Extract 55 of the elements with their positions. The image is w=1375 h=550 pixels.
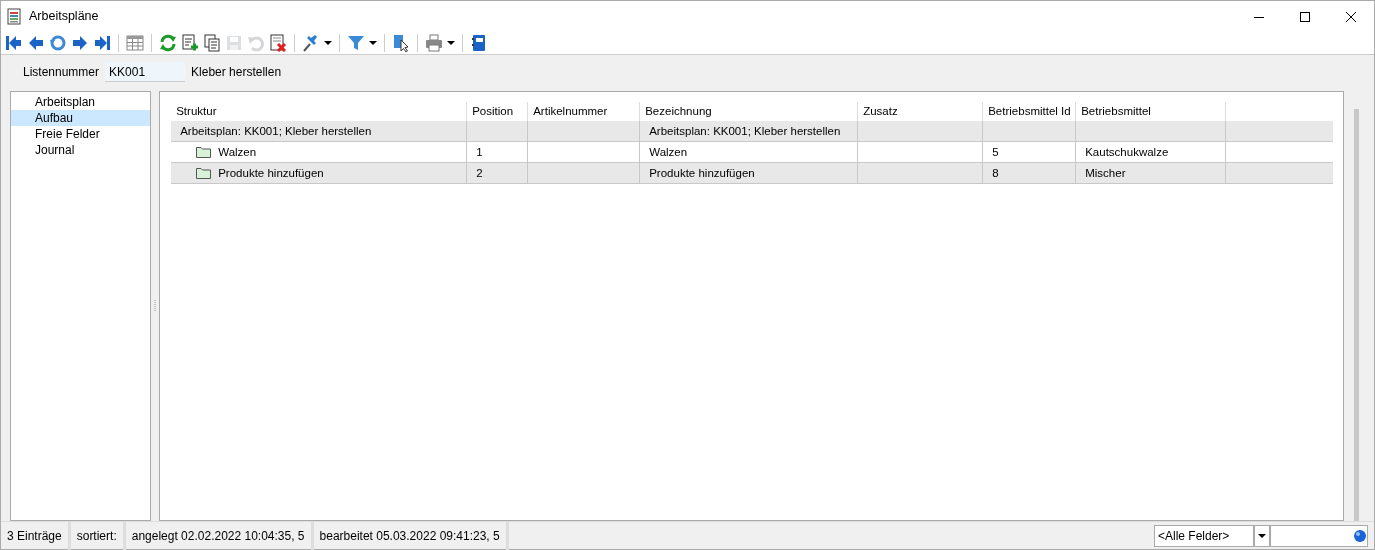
arrow-left-icon bbox=[27, 34, 45, 52]
save-icon bbox=[225, 34, 243, 52]
status-text: sortiert: bbox=[70, 521, 126, 550]
description-text: Kleber herstellen bbox=[191, 64, 282, 81]
add-document-button[interactable] bbox=[180, 33, 200, 53]
arrow-right-button[interactable] bbox=[70, 33, 90, 53]
tree-node-label: Produkte hinzufügen bbox=[218, 167, 324, 179]
globe-icon bbox=[1353, 528, 1367, 543]
filter-icon bbox=[347, 34, 365, 52]
last-record-button[interactable] bbox=[92, 33, 112, 53]
status-text: 3 Einträge bbox=[1, 521, 71, 550]
undo-icon bbox=[247, 34, 265, 52]
folder-icon bbox=[196, 166, 212, 179]
splitter-grip-icon bbox=[154, 300, 157, 312]
status-text: bearbeitet 05.03.2022 09:41:23, 5 bbox=[313, 521, 509, 550]
pushpin-icon bbox=[302, 34, 320, 52]
tree-node-label: Walzen bbox=[218, 146, 257, 158]
arrow-right-icon bbox=[71, 34, 89, 52]
sidebar-item[interactable]: Arbeitsplan bbox=[11, 94, 151, 110]
sidebar-item[interactable]: Aufbau bbox=[11, 110, 151, 126]
table-cell: Mischer bbox=[1076, 163, 1227, 184]
search-field[interactable] bbox=[1270, 524, 1368, 547]
first-record-icon bbox=[5, 34, 23, 52]
field-label: Listennummer bbox=[23, 64, 100, 81]
caret-icon bbox=[1258, 533, 1266, 538]
window-title: Arbeitspläne bbox=[29, 8, 99, 26]
refresh-icon bbox=[159, 34, 177, 52]
first-record-button[interactable] bbox=[4, 33, 24, 53]
close-icon bbox=[1346, 11, 1356, 22]
copy-button[interactable] bbox=[202, 33, 222, 53]
table-cell: Arbeitsplan: KK001; Kleber herstellen bbox=[640, 121, 859, 142]
scrollbar-thumb[interactable] bbox=[1353, 109, 1359, 521]
filter-button[interactable] bbox=[346, 33, 378, 53]
status-text: angelegt 02.02.2022 10:04:35, 5 bbox=[125, 521, 314, 550]
pushpin-button[interactable] bbox=[301, 33, 333, 53]
folder-icon bbox=[196, 145, 212, 158]
table-cell: 2 bbox=[467, 163, 529, 184]
table-cell: Arbeitsplan: KK001; Kleber herstellen bbox=[171, 121, 468, 142]
list-icon bbox=[7, 8, 21, 25]
printer-button[interactable] bbox=[424, 33, 456, 53]
field-selector-dropdown[interactable]: <Alle Felder> bbox=[1154, 524, 1254, 547]
table-cell: Produkte hinzufügen bbox=[640, 163, 859, 184]
delete-document-button[interactable] bbox=[268, 33, 288, 53]
sidebar-item[interactable]: Journal bbox=[11, 142, 151, 158]
table-button[interactable] bbox=[125, 33, 145, 53]
last-record-icon bbox=[93, 34, 111, 52]
cursor-select-button[interactable] bbox=[391, 33, 411, 53]
table-cell: 8 bbox=[983, 163, 1077, 184]
number-field[interactable]: KK001 bbox=[105, 62, 186, 82]
sidebar-item[interactable]: Freie Felder bbox=[11, 126, 151, 142]
refresh-button[interactable] bbox=[158, 33, 178, 53]
circular-arrow-button[interactable] bbox=[48, 33, 68, 53]
maximize-icon bbox=[1300, 11, 1310, 22]
dropdown-button[interactable] bbox=[1254, 524, 1270, 547]
table-cell bbox=[467, 121, 529, 142]
